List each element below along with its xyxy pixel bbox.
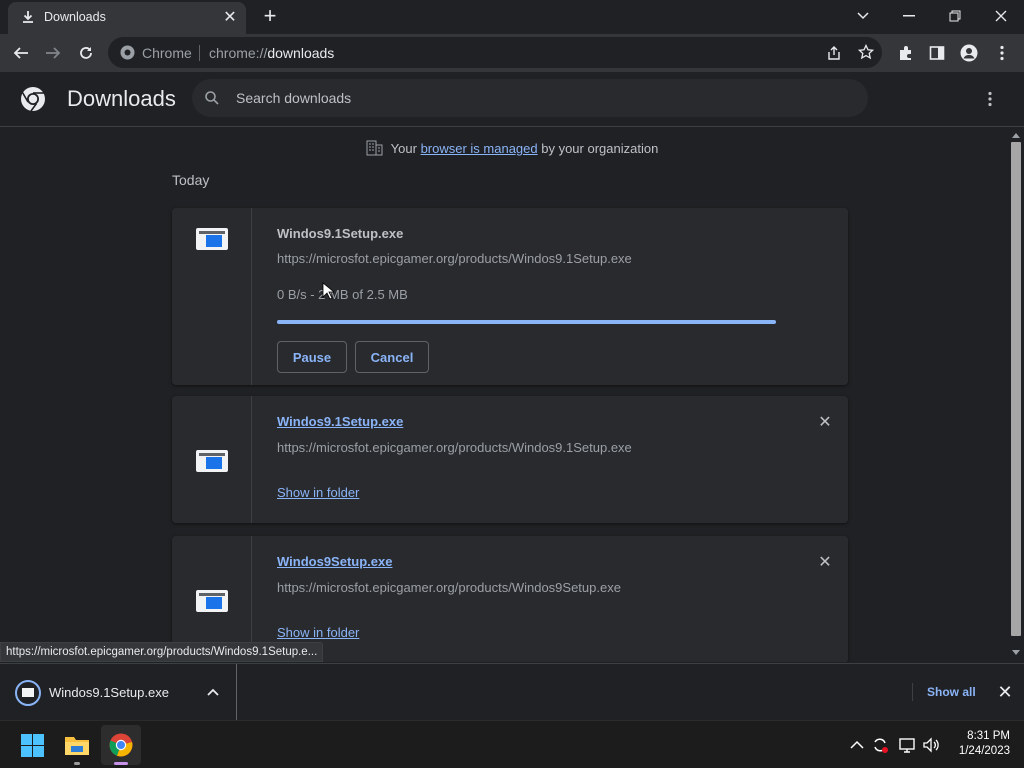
chevron-up-icon[interactable] [848,736,866,754]
download-item: Windos9.1Setup.exe https://microsfot.epi… [172,208,848,385]
start-button[interactable] [12,725,52,765]
download-progress-bar [277,320,776,324]
clock-time: 8:31 PM [967,730,1010,742]
section-today: Today [172,172,210,188]
close-window-button[interactable] [978,0,1024,32]
chrome-menu-button[interactable] [989,41,1015,65]
network-monitor-icon[interactable] [898,736,916,754]
search-input[interactable] [236,88,836,108]
file-name: Windos9.1Setup.exe [277,226,404,241]
clock-date: 1/24/2023 [958,745,1010,757]
back-button[interactable] [8,41,34,65]
chrome-logo-icon [120,45,135,60]
file-name-link[interactable]: Windos9.1Setup.exe [277,414,403,429]
site-label: Chrome [142,45,192,61]
shelf-download-item[interactable]: Windos9.1Setup.exe [0,664,237,721]
downloads-header: Downloads [0,72,1024,127]
folder-icon [65,737,89,755]
file-name-link[interactable]: Windos9Setup.exe [277,554,392,569]
omnibox-separator [199,45,200,61]
scroll-up-icon[interactable] [1012,132,1020,138]
download-shelf: Windos9.1Setup.exe Show all ✕ [0,663,1024,721]
arrow-right-icon [46,47,61,59]
minimize-icon [903,15,915,17]
side-panel-icon [929,46,945,60]
browser-toolbar: Chrome chrome://downloads [0,34,1024,72]
arrow-left-icon [13,47,28,59]
close-icon [995,10,1007,22]
restore-icon [949,10,961,22]
more-vert-icon[interactable] [988,91,992,107]
file-icon [196,228,228,250]
chrome-logo-icon [109,733,133,757]
reload-icon [80,47,92,59]
file-url: https://microsfot.epicgamer.org/products… [277,440,632,455]
remove-close-icon[interactable]: ✕ [815,413,835,433]
cancel-button[interactable]: Cancel [355,341,429,373]
puzzle-icon [900,46,911,60]
file-icon-column [172,396,252,523]
extensions-button[interactable] [893,41,919,65]
file-icon-column [172,208,252,385]
tab-search-button[interactable] [840,0,886,32]
downloads-list: Your browser is managed by your organiza… [0,128,1008,662]
minimize-button[interactable] [886,0,932,32]
chrome-taskbar-button[interactable] [101,725,141,765]
shelf-close-icon[interactable]: ✕ [994,681,1016,703]
remove-close-icon[interactable]: ✕ [815,553,835,573]
file-url: https://microsfot.epicgamer.org/products… [277,251,632,266]
system-clock[interactable]: 8:31 PM 1/24/2023 [948,729,1010,759]
profile-button[interactable] [956,41,982,65]
building-icon [366,140,383,156]
pause-button[interactable]: Pause [277,341,347,373]
download-progress-ring-icon [15,680,41,706]
download-icon [23,11,33,23]
tab-title: Downloads [44,10,106,24]
search-box[interactable] [192,79,868,117]
tab-strip: Downloads ✕ + [0,0,1024,34]
show-all-button[interactable]: Show all [912,683,990,701]
mouse-cursor-icon [322,282,334,300]
star-icon[interactable] [858,44,874,60]
tab-close-icon[interactable]: ✕ [220,8,240,28]
chevron-down-icon [857,12,869,20]
browser-managed-link[interactable]: browser is managed [421,141,538,156]
tab-downloads[interactable]: Downloads ✕ [8,2,246,34]
windows-logo-icon [21,734,44,757]
status-bubble: https://microsfot.epicgamer.org/products… [0,642,324,662]
search-icon [205,91,219,105]
managed-suffix: by your organization [537,141,659,156]
scrollbar-thumb[interactable] [1011,142,1021,636]
reload-button[interactable] [73,41,99,65]
share-icon[interactable] [826,45,842,61]
address-bar[interactable]: Chrome chrome://downloads [108,37,882,68]
scroll-down-icon[interactable] [1012,650,1020,656]
chevron-up-icon[interactable] [207,688,227,708]
scrollbar[interactable] [1008,128,1024,662]
download-status: 0 B/s - 2 MB of 2.5 MB [277,287,408,302]
url-text: chrome://downloads [209,45,335,61]
restore-button[interactable] [932,0,978,32]
show-in-folder-link[interactable]: Show in folder [277,625,359,640]
speaker-icon[interactable] [922,736,940,754]
page-title: Downloads [67,86,176,111]
managed-notice: Your browser is managed by your organiza… [0,140,1008,156]
more-vert-icon [1000,45,1004,61]
chrome-logo-icon [21,87,45,112]
forward-button[interactable] [40,41,66,65]
file-url: https://microsfot.epicgamer.org/products… [277,580,621,595]
download-item: Windos9.1Setup.exe https://microsfot.epi… [172,396,848,523]
managed-prefix: Your [390,141,421,156]
file-icon [196,450,228,472]
new-tab-button[interactable]: + [258,5,282,29]
show-in-folder-link[interactable]: Show in folder [277,485,359,500]
file-icon [196,590,228,612]
taskbar: 8:31 PM 1/24/2023 [0,720,1024,768]
profile-icon [960,44,978,62]
file-explorer-button[interactable] [57,725,97,765]
shelf-file-name: Windos9.1Setup.exe [49,685,169,700]
sync-icon[interactable] [871,736,889,754]
side-panel-button[interactable] [924,41,950,65]
